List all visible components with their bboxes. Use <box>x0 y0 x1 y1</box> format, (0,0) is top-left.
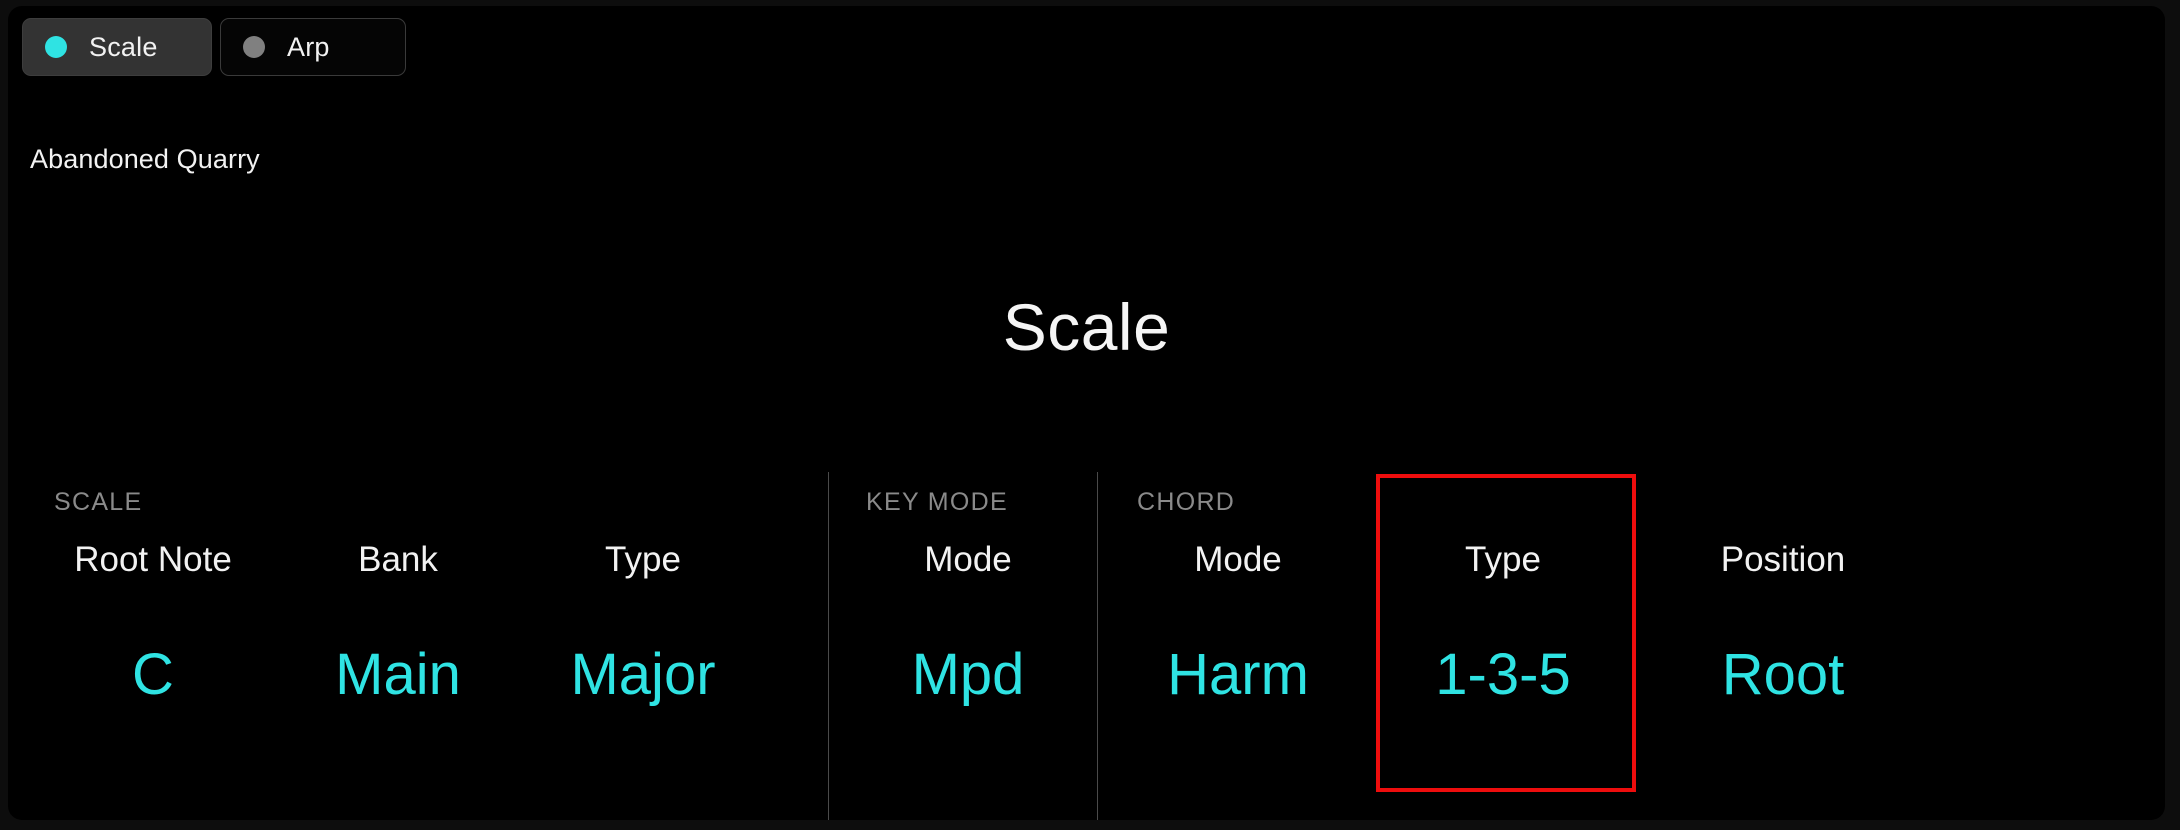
parameter-grid: SCALE KEY MODE CHORD Root Note C Bank Ma… <box>8 464 2165 820</box>
preset-name[interactable]: Abandoned Quarry <box>30 144 260 175</box>
param-label-chord-mode: Mode <box>1194 540 1282 579</box>
mode-tab-bar: Scale Arp <box>22 18 406 76</box>
group-divider <box>828 472 829 820</box>
param-label-bank: Bank <box>358 540 438 579</box>
status-dot-icon <box>243 36 265 58</box>
group-header-key-mode: KEY MODE <box>866 488 1008 516</box>
group-divider <box>1097 472 1098 820</box>
group-header-scale: SCALE <box>54 488 143 516</box>
param-value-key-mode[interactable]: Mpd <box>858 642 1078 708</box>
param-label-chord-type: Type <box>1465 540 1541 579</box>
param-label-scale-type: Type <box>605 540 681 579</box>
status-dot-icon <box>45 36 67 58</box>
param-value-root-note[interactable]: C <box>28 642 278 708</box>
group-header-chord: CHORD <box>1137 488 1236 516</box>
param-value-bank[interactable]: Main <box>303 642 493 708</box>
tab-arp-label: Arp <box>287 31 330 62</box>
param-label-chord-position: Position <box>1720 540 1846 579</box>
page-title: Scale <box>1002 290 1171 364</box>
param-label-key-mode: Mode <box>924 540 1012 579</box>
param-value-chord-mode[interactable]: Harm <box>1128 642 1348 708</box>
selection-highlight <box>1376 474 1636 792</box>
param-value-scale-type[interactable]: Major <box>533 642 753 708</box>
param-value-chord-position[interactable]: Root <box>1658 642 1908 708</box>
tab-scale-label: Scale <box>89 31 158 62</box>
param-value-chord-type[interactable]: 1-3-5 <box>1378 642 1628 708</box>
param-label-root-note: Root Note <box>74 540 232 579</box>
scale-panel: Scale Arp Abandoned Quarry Scale SCALE K… <box>8 6 2165 820</box>
tab-arp[interactable]: Arp <box>220 18 406 76</box>
tab-scale[interactable]: Scale <box>22 18 212 76</box>
